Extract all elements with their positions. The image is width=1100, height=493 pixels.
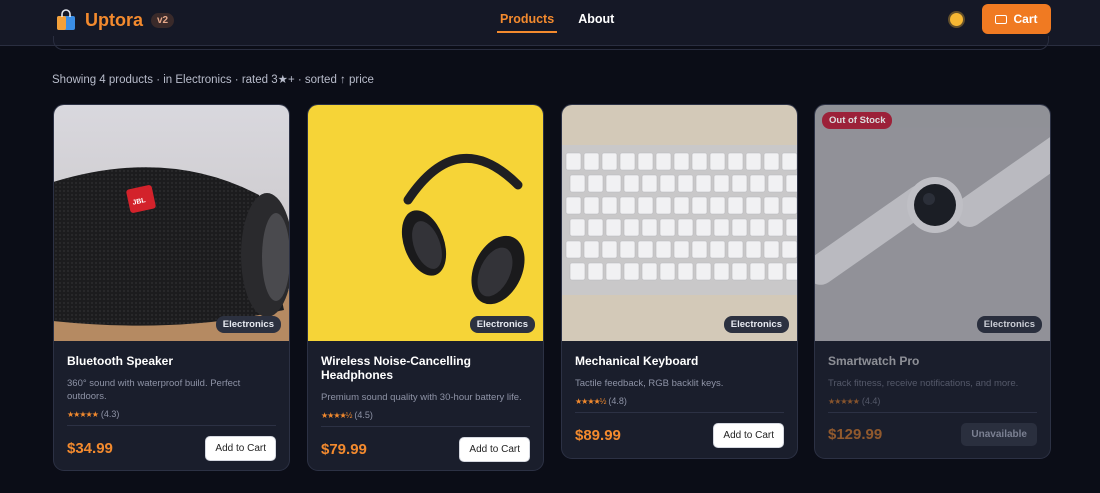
star-icons: ★★★★★ — [67, 409, 99, 419]
rating-value: (4.5) — [354, 410, 373, 420]
version-badge: v2 — [151, 12, 175, 28]
add-to-cart-button[interactable]: Add to Cart — [713, 423, 784, 448]
product-price: $34.99 — [67, 440, 113, 457]
shopping-bag-icon — [55, 9, 77, 31]
product-card[interactable]: Electronics Mechanical Keyboard Tactile … — [561, 104, 798, 459]
category-badge: Electronics — [723, 316, 789, 333]
product-image-speaker[interactable]: JBL Electronics — [54, 105, 289, 341]
sun-icon[interactable] — [950, 13, 963, 26]
add-to-cart-button[interactable]: Add to Cart — [205, 436, 276, 461]
product-title[interactable]: Mechanical Keyboard — [575, 354, 784, 368]
divider — [575, 412, 784, 413]
rating-value: (4.8) — [608, 396, 627, 406]
star-icons: ★★★★★ — [828, 396, 860, 406]
product-description: Track fitness, receive notifications, an… — [828, 378, 1019, 389]
product-image-headphones[interactable]: Electronics — [308, 105, 543, 341]
divider — [321, 426, 530, 427]
product-description: Tactile feedback, RGB backlit keys. — [575, 378, 724, 389]
divider — [828, 412, 1037, 413]
unavailable-button: Unavailable — [961, 423, 1037, 446]
product-card[interactable]: JBL Electronics Bluetooth Speaker 360° s… — [53, 104, 290, 471]
star-icons: ★★★★½ — [321, 410, 352, 420]
cart-button[interactable]: Cart — [982, 4, 1051, 34]
product-card[interactable]: Out of Stock Electronics Smartwatch Pro … — [814, 104, 1051, 459]
brand-logo[interactable]: Uptora v2 — [55, 9, 175, 31]
category-badge: Electronics — [469, 316, 535, 333]
filter-panel — [53, 36, 1049, 50]
divider — [67, 425, 276, 426]
product-rating: ★★★★★ (4.4) — [828, 396, 1037, 406]
product-card[interactable]: Electronics Wireless Noise-Cancelling He… — [307, 104, 544, 471]
category-badge: Electronics — [976, 316, 1042, 333]
product-image-keyboard[interactable]: Electronics — [562, 105, 797, 341]
rating-value: (4.3) — [100, 409, 120, 419]
product-price: $129.99 — [828, 426, 883, 443]
main-nav: Products About — [497, 11, 617, 33]
product-description: Premium sound quality with 30-hour batte… — [321, 392, 522, 403]
product-price: $89.99 — [575, 427, 621, 444]
out-of-stock-badge: Out of Stock — [822, 112, 893, 129]
product-rating: ★★★★½ (4.8) — [575, 396, 784, 406]
product-rating: ★★★★★ (4.3) — [67, 409, 276, 419]
nav-about[interactable]: About — [575, 11, 617, 33]
product-title[interactable]: Smartwatch Pro — [828, 354, 1037, 368]
cart-label: Cart — [1013, 12, 1038, 26]
star-icons: ★★★★½ — [575, 396, 606, 406]
rating-value: (4.4) — [861, 396, 881, 406]
add-to-cart-button[interactable]: Add to Cart — [459, 437, 530, 462]
product-price: $79.99 — [321, 441, 367, 458]
brand-name: Uptora — [85, 9, 143, 30]
product-title[interactable]: Wireless Noise-Cancelling Headphones — [321, 354, 530, 382]
cart-icon — [995, 14, 1008, 24]
product-title[interactable]: Bluetooth Speaker — [67, 354, 276, 368]
category-badge: Electronics — [215, 316, 281, 333]
nav-products[interactable]: Products — [497, 11, 558, 33]
product-rating: ★★★★½ (4.5) — [321, 410, 530, 420]
results-summary: Showing 4 products · in Electronics · ra… — [52, 74, 374, 86]
product-description: 360° sound with waterproof build. Perfec… — [67, 378, 241, 402]
product-image-smartwatch[interactable]: Out of Stock Electronics — [815, 105, 1050, 341]
